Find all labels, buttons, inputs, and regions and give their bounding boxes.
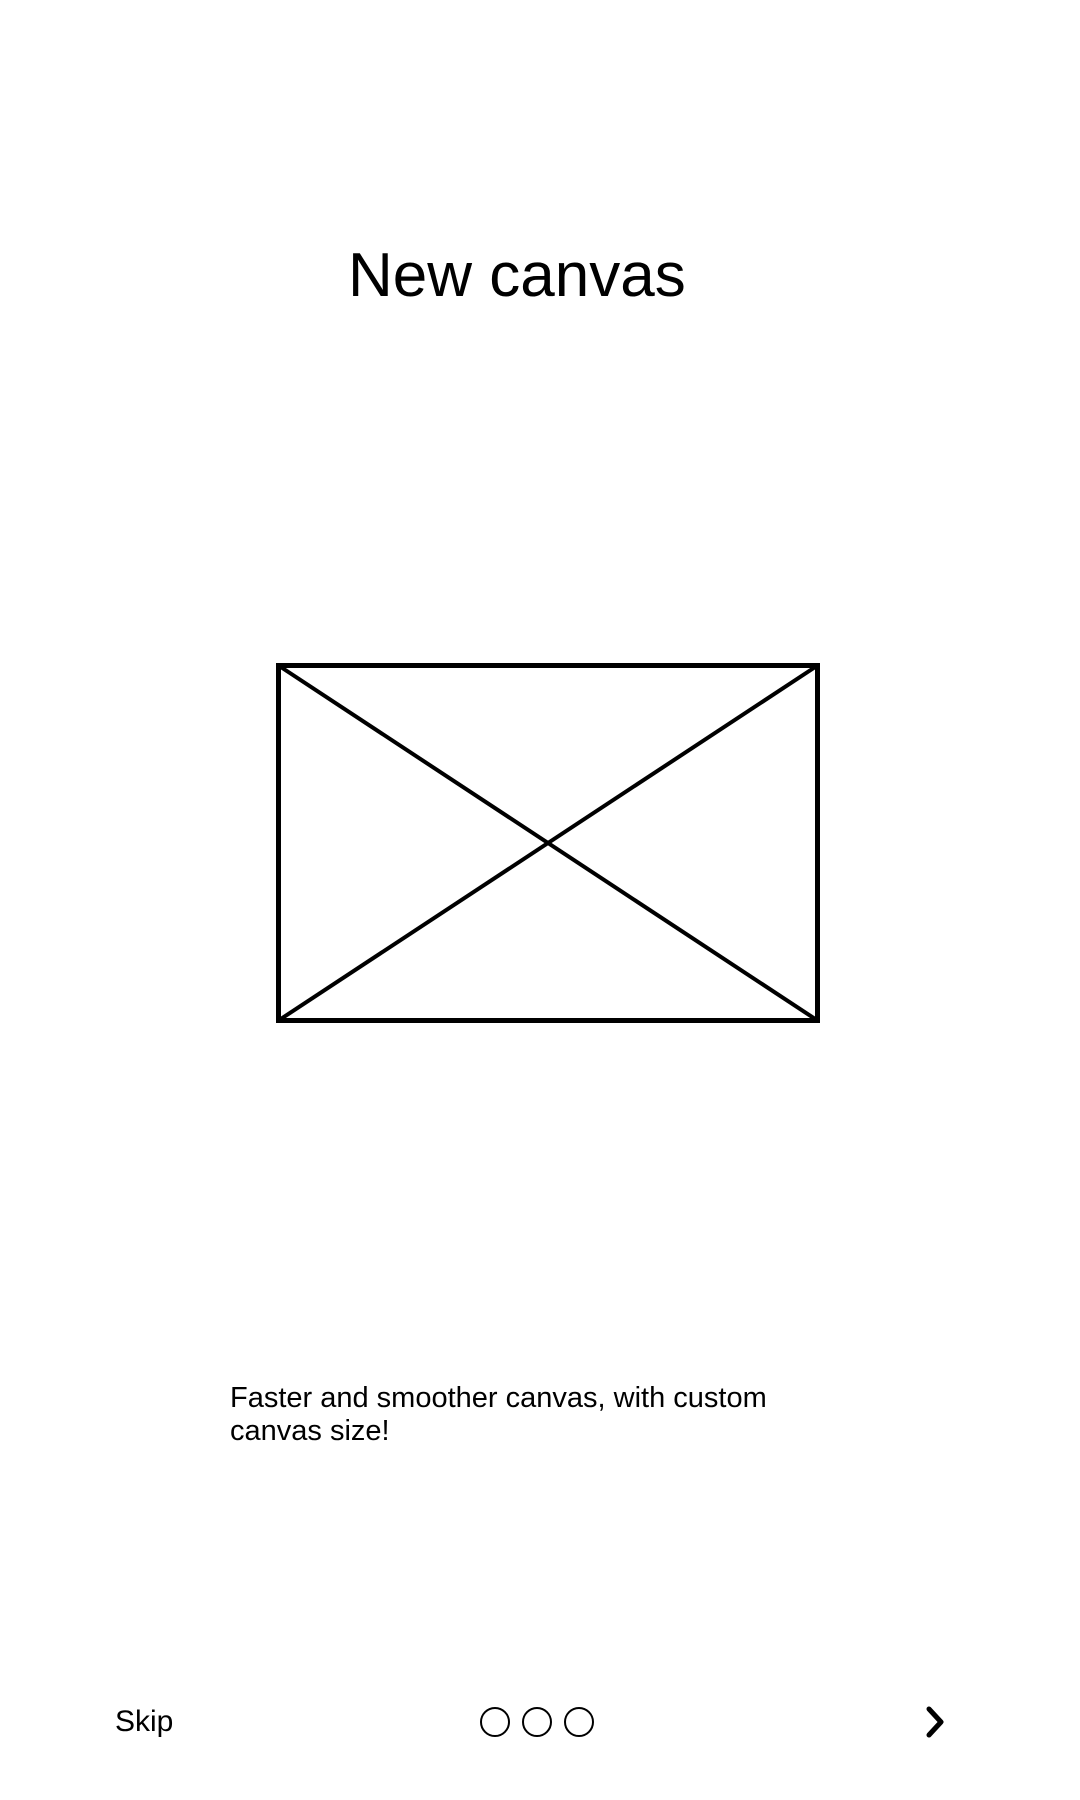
onboarding-navigation-bar: Skip <box>0 1690 1080 1754</box>
page-indicator-dot-1[interactable] <box>480 1707 510 1737</box>
page-indicator-dot-3[interactable] <box>564 1707 594 1737</box>
image-placeholder-icon <box>276 663 820 1023</box>
page-indicator <box>480 1707 600 1737</box>
page-indicator-dot-2[interactable] <box>522 1707 552 1737</box>
onboarding-description: Faster and smoother canvas, with custom … <box>230 1382 767 1447</box>
onboarding-title: New canvas <box>348 241 686 310</box>
next-button[interactable] <box>908 1696 964 1748</box>
skip-button[interactable]: Skip <box>106 1702 182 1742</box>
chevron-right-icon <box>926 1706 944 1738</box>
